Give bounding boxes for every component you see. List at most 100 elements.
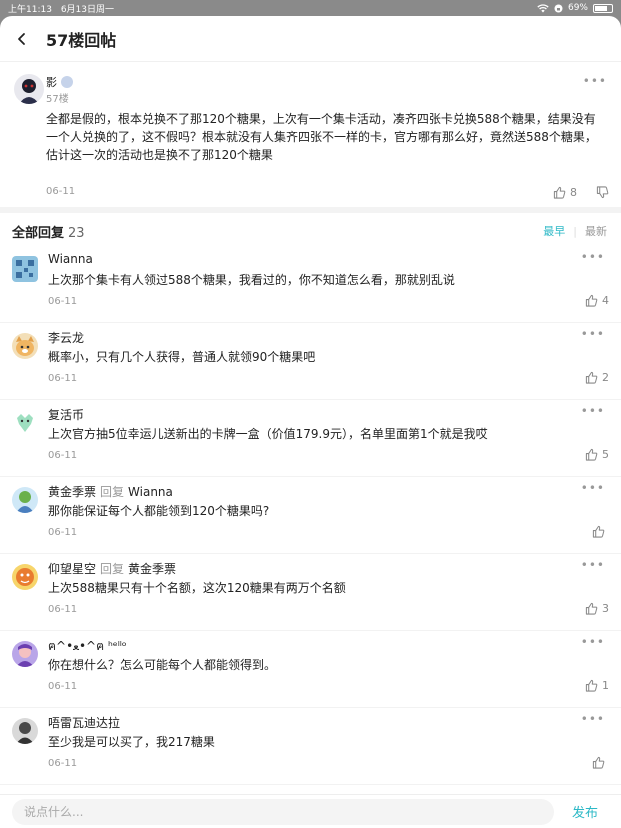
level-badge-icon [61,76,73,88]
reply-author[interactable]: 唔雷瓦迪达拉 [48,714,120,731]
back-icon[interactable] [10,27,34,51]
reply-to-user[interactable]: 黄金季票 [128,562,176,576]
sort-divider: | [573,224,577,238]
reply-author-name: 黄金季票 [48,485,97,499]
reply-author[interactable]: 黄金季票 回复 Wianna [48,483,173,500]
reply-text: 上次588糖果只有十个名额，这次120糖果有两万个名额 [48,581,346,595]
reply-date: 06-11 [48,527,78,538]
status-bar: 上午11:13 6月13日周一 69% [0,0,621,16]
lock-rotation-icon [554,4,563,12]
reply-author-name: Wianna [48,252,93,266]
reply-date: 06-11 [48,758,78,769]
reply-date: 06-11 [48,296,78,307]
like-button[interactable]: 2 [585,371,609,384]
like-button[interactable]: 5 [585,448,609,461]
thumbs-up-icon [585,371,598,384]
reply-date: 06-11 [48,450,78,461]
more-options-icon[interactable]: ••• [581,250,605,264]
avatar[interactable] [12,333,38,359]
avatar[interactable] [14,74,44,104]
reply-author[interactable]: Wianna [48,252,93,266]
reply-item: 唔雷瓦迪达拉 ••• 至少我是可以买了，我217糖果 06-11 [0,708,621,785]
status-date: 6月13日周一 [60,4,114,15]
more-options-icon[interactable]: ••• [581,712,605,726]
reply-author-name: 唔雷瓦迪达拉 [48,716,121,730]
reply-to-user[interactable]: Wianna [128,485,173,499]
section-divider [0,207,621,213]
reply-author[interactable]: 复活币 [48,406,84,423]
status-right: 69% [537,3,613,13]
avatar[interactable] [12,256,38,282]
reply-date: 06-11 [48,681,78,692]
reply-text: 上次官方抽5位幸运儿送新出的卡牌一盒（价值179.9元），名单里面第1个就是我哎 [48,427,488,441]
reply-author-name: ฅ^•ﻌ•^ฅ ʰᵉˡˡᵒ [48,639,127,653]
thumbs-up-icon [585,448,598,461]
reply-author[interactable]: 李云龙 [48,329,84,346]
avatar[interactable] [12,564,38,590]
avatar[interactable] [12,718,38,744]
sort-earliest-tab[interactable]: 最早 [543,223,565,239]
thumbs-up-icon [592,756,605,769]
comment-input[interactable] [12,798,554,825]
wifi-icon [537,3,549,12]
reply-date: 06-11 [48,604,78,615]
more-options-icon[interactable]: ••• [581,558,605,572]
author-name: 影 [46,76,57,89]
nav-bar: 57楼回帖 [0,16,621,62]
replies-title: 全部回复 23 [12,222,85,241]
like-count: 1 [602,679,609,692]
thumbs-up-icon [585,294,598,307]
post-footer: 06-11 8 [0,184,621,204]
more-options-icon[interactable]: ••• [581,481,605,495]
status-time: 上午11:13 [8,4,52,15]
reply-date: 06-11 [48,373,78,384]
thumbs-up-icon [585,679,598,692]
like-button[interactable] [592,525,609,538]
like-button[interactable]: 8 [553,186,577,199]
comment-input-bar: 发布 [0,794,621,828]
reply-author[interactable]: ฅ^•ﻌ•^ฅ ʰᵉˡˡᵒ [48,637,127,656]
reply-item: 黄金季票 回复 Wianna ••• 那你能保证每个人都能领到120个糖果吗? 06… [0,477,621,554]
like-count: 4 [602,294,609,307]
more-options-icon[interactable]: ••• [583,74,607,88]
reply-text: 概率小，只有几个人获得，普通人就领90个糖果吧 [48,350,316,364]
post-detail-sheet: 57楼回帖 影 57楼 ••• 全都是假的，根本兑换不了那120个糖果，上次有一… [0,16,621,828]
reply-to-label: 回复 [100,485,125,499]
more-options-icon[interactable]: ••• [581,327,605,341]
post-date: 06-11 [46,186,76,197]
post-content: 全都是假的，根本兑换不了那120个糖果，上次有一个集卡活动，凑齐四张卡兑换588… [46,112,597,162]
reply-author-name: 仰望星空 [48,562,97,576]
avatar[interactable] [12,641,38,667]
battery-percent: 69% [567,3,588,13]
reply-author-name: 复活币 [48,408,85,422]
reply-text: 那你能保证每个人都能领到120个糖果吗? [48,504,270,518]
reply-item: 复活币 ••• 上次官方抽5位幸运儿送新出的卡牌一盒（价值179.9元），名单里… [0,400,621,477]
sort-latest-tab[interactable]: 最新 [585,223,607,239]
replies-header: 全部回复 23 最早 | 最新 [0,220,621,242]
avatar[interactable] [12,410,38,436]
more-options-icon[interactable]: ••• [581,635,605,649]
sort-tabs: 最早 | 最新 [543,223,607,239]
dislike-button[interactable] [596,186,609,199]
like-button[interactable]: 1 [585,679,609,692]
post-author[interactable]: 影 [46,74,73,90]
status-left: 上午11:13 6月13日周一 [8,2,114,15]
reply-author[interactable]: 仰望星空 回复 黄金季票 [48,560,176,577]
replies-count: 23 [68,225,85,241]
like-button[interactable] [592,756,609,769]
thumbs-down-icon [596,186,609,199]
avatar[interactable] [12,487,38,513]
more-options-icon[interactable]: ••• [581,404,605,418]
like-button[interactable]: 4 [585,294,609,307]
reply-text: 你在想什么？怎么可能每个人都能领得到。 [48,658,277,672]
like-count: 3 [602,602,609,615]
reply-to-label: 回复 [100,562,125,576]
reply-item: 李云龙 ••• 概率小，只有几个人获得，普通人就领90个糖果吧 06-11 2 [0,323,621,400]
battery-icon [593,3,613,13]
thumbs-up-icon [592,525,605,538]
send-button[interactable]: 发布 [572,802,598,821]
like-button[interactable]: 3 [585,602,609,615]
like-count: 8 [570,186,577,199]
reply-item: ฅ^•ﻌ•^ฅ ʰᵉˡˡᵒ ••• 你在想什么？怎么可能每个人都能领得到。 06… [0,631,621,708]
reply-item: 仰望星空 回复 黄金季票 ••• 上次588糖果只有十个名额，这次120糖果有两万个… [0,554,621,631]
